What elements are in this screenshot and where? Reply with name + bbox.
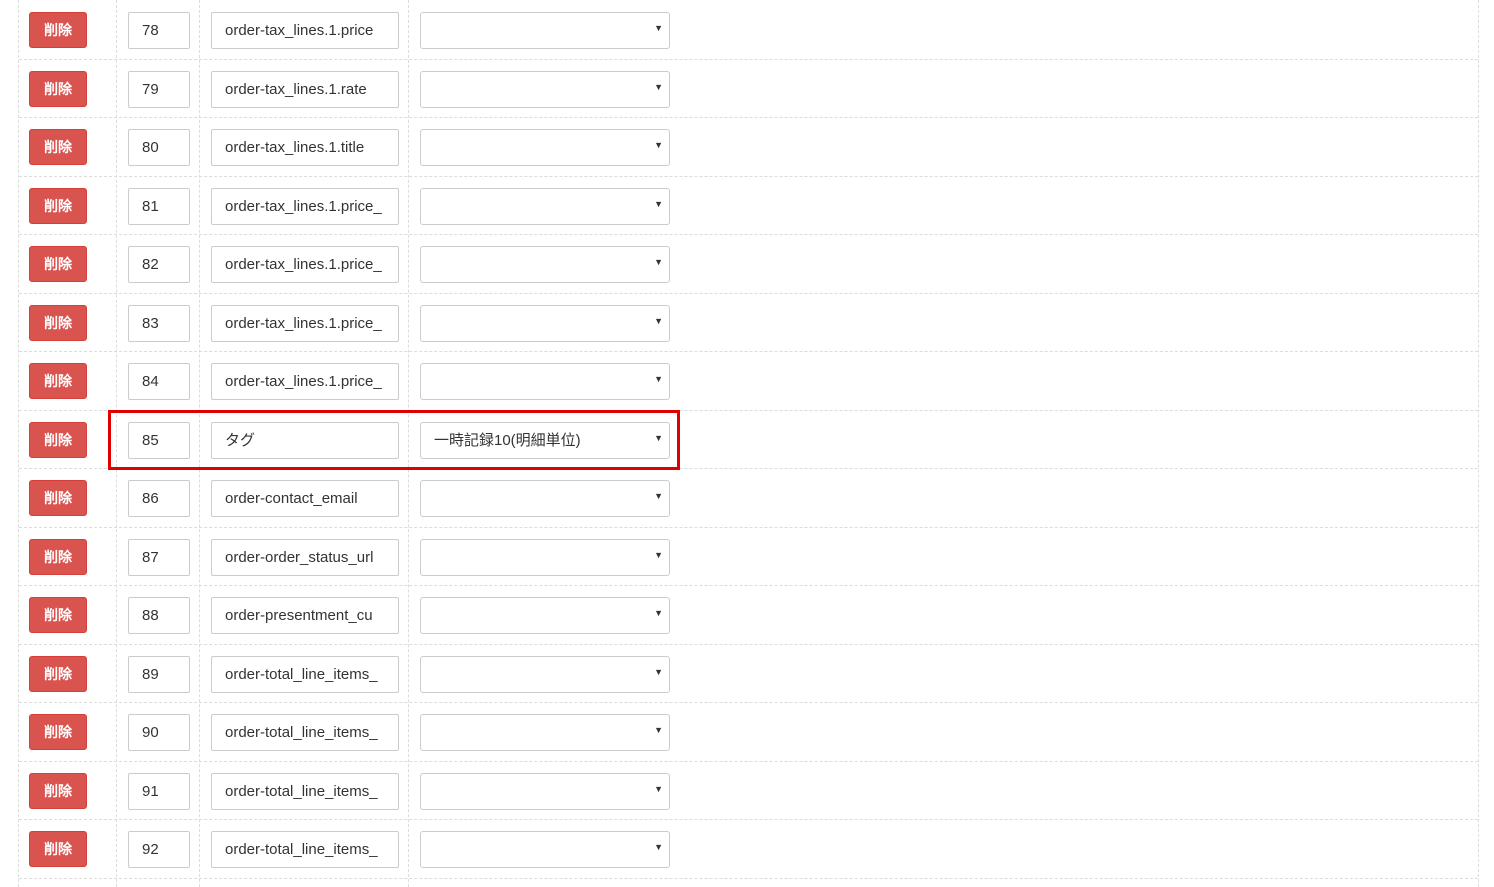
order-number-input[interactable]: 87 xyxy=(128,538,190,576)
order-number-input[interactable]: 78 xyxy=(128,12,190,49)
caret-down-icon: ▼ xyxy=(654,374,663,384)
table-row: 削除 82 order-tax_lines.1.price_ ▼ xyxy=(19,235,1478,294)
mapping-select[interactable]: ▼ xyxy=(420,246,670,283)
delete-button[interactable]: 削除 xyxy=(29,187,87,224)
mapping-select[interactable]: ▼ xyxy=(420,129,670,166)
order-number-input[interactable]: 88 xyxy=(128,597,190,634)
table-row: 削除 83 order-tax_lines.1.price_ ▼ xyxy=(19,294,1478,352)
field-name-input[interactable]: order-total_line_items_ xyxy=(211,831,399,868)
delete-button[interactable]: 削除 xyxy=(29,538,87,575)
delete-button[interactable]: 削除 xyxy=(29,831,87,867)
field-name-input[interactable]: order-tax_lines.1.price_ xyxy=(211,363,399,400)
mapping-select[interactable]: ▼ xyxy=(420,480,670,517)
caret-down-icon: ▼ xyxy=(654,842,663,852)
select-value: 一時記録10(明細単位) xyxy=(434,431,581,449)
field-name-input[interactable]: order-order_status_url xyxy=(211,538,399,576)
table-row: 削除 91 order-total_line_items_ ▼ xyxy=(19,762,1478,820)
caret-down-icon: ▼ xyxy=(654,81,663,92)
delete-button[interactable]: 削除 xyxy=(29,421,87,458)
table-row: 削除 89 order-total_line_items_ ▼ xyxy=(19,645,1478,703)
delete-button[interactable]: 削除 xyxy=(29,714,87,750)
table-row: 削除 88 order-presentment_cu ▼ xyxy=(19,586,1478,645)
order-number-input[interactable]: 81 xyxy=(128,187,190,225)
caret-down-icon: ▼ xyxy=(654,608,663,618)
order-number-input[interactable]: 82 xyxy=(128,246,190,283)
field-name-input[interactable]: order-contact_email xyxy=(211,480,399,517)
field-name-input[interactable]: order-total_line_items_ xyxy=(211,655,399,693)
mapping-table: 削除 78 order-tax_lines.1.price ▼ 削除 79 or… xyxy=(18,0,1479,887)
caret-down-icon: ▼ xyxy=(654,725,663,735)
mapping-select[interactable]: ▼ xyxy=(420,831,670,868)
table-row: 削除 81 order-tax_lines.1.price_ ▼ xyxy=(19,177,1478,235)
field-name-input[interactable]: order-tax_lines.1.rate xyxy=(211,70,399,108)
caret-down-icon: ▼ xyxy=(654,432,663,443)
table-row: 削除 90 order-total_line_items_ ▼ xyxy=(19,703,1478,762)
mapping-select[interactable]: ▼ xyxy=(420,714,670,751)
caret-down-icon: ▼ xyxy=(654,23,663,33)
order-number-input[interactable]: 89 xyxy=(128,655,190,693)
order-number-input[interactable]: 92 xyxy=(128,831,190,868)
order-number-input[interactable]: 90 xyxy=(128,714,190,751)
delete-button[interactable]: 削除 xyxy=(29,304,87,341)
table-row: 削除 86 order-contact_email ▼ xyxy=(19,469,1478,528)
mapping-select[interactable]: ▼ xyxy=(420,538,670,576)
field-name-input[interactable]: order-tax_lines.1.title xyxy=(211,129,399,166)
delete-button[interactable]: 削除 xyxy=(29,70,87,107)
order-number-input[interactable]: 84 xyxy=(128,363,190,400)
caret-down-icon: ▼ xyxy=(654,257,663,267)
mapping-select[interactable]: ▼ xyxy=(420,655,670,693)
delete-button[interactable]: 削除 xyxy=(29,129,87,165)
mapping-select[interactable]: ▼ xyxy=(420,304,670,342)
table-row: 削除 78 order-tax_lines.1.price ▼ xyxy=(19,1,1478,60)
field-name-input[interactable]: order-tax_lines.1.price xyxy=(211,12,399,49)
mapping-select[interactable]: ▼ xyxy=(420,597,670,634)
delete-button[interactable]: 削除 xyxy=(29,597,87,633)
delete-button[interactable]: 削除 xyxy=(29,246,87,282)
caret-down-icon: ▼ xyxy=(654,491,663,501)
field-name-input[interactable]: order-tax_lines.1.price_ xyxy=(211,304,399,342)
delete-button[interactable]: 削除 xyxy=(29,480,87,516)
mapping-select[interactable]: 一時記録10(明細単位) ▼ xyxy=(420,421,670,459)
caret-down-icon: ▼ xyxy=(654,315,663,326)
caret-down-icon: ▼ xyxy=(654,783,663,794)
table-row: 削除 87 order-order_status_url ▼ xyxy=(19,528,1478,586)
mapping-select[interactable]: ▼ xyxy=(420,772,670,810)
table-row: 削除 84 order-tax_lines.1.price_ ▼ xyxy=(19,352,1478,411)
field-name-input[interactable]: order-presentment_cu xyxy=(211,597,399,634)
caret-down-icon: ▼ xyxy=(654,666,663,677)
order-number-input[interactable]: 83 xyxy=(128,304,190,342)
mapping-select[interactable]: ▼ xyxy=(420,70,670,108)
field-name-input[interactable]: order-tax_lines.1.price_ xyxy=(211,187,399,225)
delete-button[interactable]: 削除 xyxy=(29,655,87,692)
order-number-input[interactable]: 85 xyxy=(128,421,190,459)
mapping-select[interactable]: ▼ xyxy=(420,12,670,49)
order-number-input[interactable]: 79 xyxy=(128,70,190,108)
mapping-select[interactable]: ▼ xyxy=(420,363,670,400)
delete-button[interactable]: 削除 xyxy=(29,12,87,48)
caret-down-icon: ▼ xyxy=(654,140,663,150)
table-row: 削除 85 タグ 一時記録10(明細単位) ▼ xyxy=(19,411,1478,469)
table-row: 削除 92 order-total_line_items_ ▼ xyxy=(19,820,1478,879)
delete-button[interactable]: 削除 xyxy=(29,772,87,809)
order-number-input[interactable]: 91 xyxy=(128,772,190,810)
field-name-input[interactable]: タグ xyxy=(211,421,399,459)
table-row: 削除 79 order-tax_lines.1.rate ▼ xyxy=(19,60,1478,118)
caret-down-icon: ▼ xyxy=(654,549,663,560)
field-name-input[interactable]: order-total_line_items_ xyxy=(211,714,399,751)
field-name-input[interactable]: order-total_line_items_ xyxy=(211,772,399,810)
mapping-select[interactable]: ▼ xyxy=(420,187,670,225)
caret-down-icon: ▼ xyxy=(654,198,663,209)
delete-button[interactable]: 削除 xyxy=(29,363,87,399)
field-name-input[interactable]: order-tax_lines.1.price_ xyxy=(211,246,399,283)
order-number-input[interactable]: 80 xyxy=(128,129,190,166)
order-number-input[interactable]: 86 xyxy=(128,480,190,517)
table-row: 削除 80 order-tax_lines.1.title ▼ xyxy=(19,118,1478,177)
